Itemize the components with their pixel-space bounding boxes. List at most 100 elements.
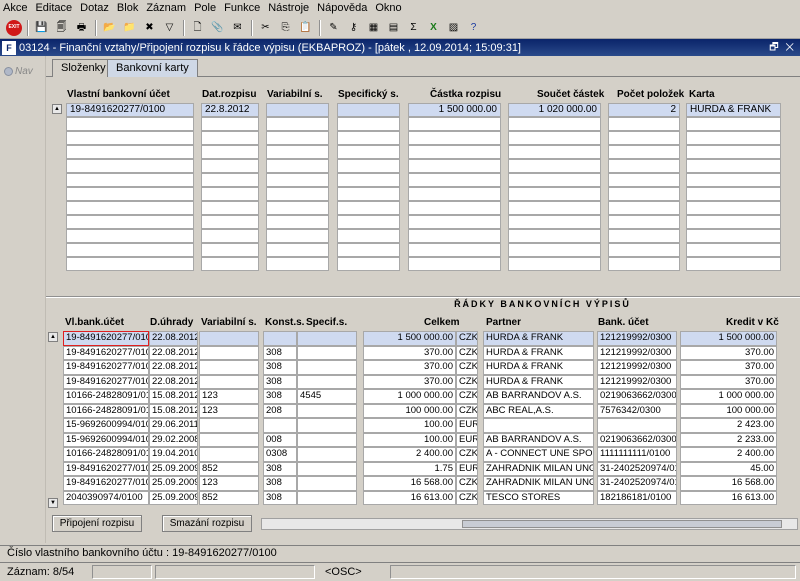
menu-item-4[interactable]: Záznam bbox=[146, 0, 186, 17]
table-cell[interactable]: 852 bbox=[199, 461, 259, 476]
table-cell[interactable]: 1.75 bbox=[363, 461, 456, 476]
key-icon[interactable]: ⚷ bbox=[345, 19, 362, 36]
upper-cell[interactable] bbox=[66, 131, 194, 145]
table-cell[interactable] bbox=[199, 374, 259, 389]
upper-cell[interactable] bbox=[201, 159, 259, 173]
scroll-down-icon[interactable]: ▼ bbox=[48, 498, 58, 508]
chart-icon[interactable]: ▨ bbox=[445, 19, 462, 36]
save-exit-icon[interactable]: 🗐 bbox=[53, 19, 70, 36]
table-cell[interactable]: 19-8491620277/0100 bbox=[63, 374, 149, 389]
table-cell[interactable]: 19-8491620277/0100 bbox=[63, 345, 149, 360]
table-cell[interactable]: 19-8491620277/0100 bbox=[63, 476, 149, 491]
horizontal-scrollbar[interactable] bbox=[261, 518, 798, 530]
menu-item-7[interactable]: Nástroje bbox=[268, 0, 309, 17]
upper-cell[interactable] bbox=[66, 187, 194, 201]
table-cell[interactable] bbox=[297, 345, 357, 360]
calc-icon[interactable]: ▦ bbox=[365, 19, 382, 36]
tab-slozenky[interactable]: Složenky bbox=[52, 59, 115, 77]
upper-cell[interactable]: 19-8491620277/0100 bbox=[66, 103, 194, 117]
upper-cell[interactable] bbox=[266, 201, 329, 215]
upper-cell[interactable] bbox=[686, 187, 781, 201]
copy-icon[interactable]: ⎘ bbox=[277, 19, 294, 36]
upper-cell[interactable] bbox=[686, 215, 781, 229]
table-cell[interactable]: 15-9692600994/0100 bbox=[63, 432, 149, 447]
upper-cell[interactable] bbox=[408, 159, 501, 173]
upper-cell[interactable] bbox=[508, 257, 601, 271]
table-cell[interactable]: 29.06.2011 bbox=[149, 418, 198, 433]
table-cell[interactable]: 370.00 bbox=[363, 345, 456, 360]
table-cell[interactable]: AB BARRANDOV A.S. bbox=[483, 432, 594, 447]
upper-cell[interactable] bbox=[201, 215, 259, 229]
table-cell[interactable]: 308 bbox=[263, 476, 297, 491]
upper-cell[interactable] bbox=[608, 215, 680, 229]
upper-cell[interactable] bbox=[408, 215, 501, 229]
table-cell[interactable] bbox=[297, 476, 357, 491]
selected-cell[interactable]: 19-8491620277/0100 bbox=[63, 331, 149, 346]
upper-cell[interactable] bbox=[686, 257, 781, 271]
filter-icon[interactable]: ▽ bbox=[161, 19, 178, 36]
menu-item-5[interactable]: Pole bbox=[194, 0, 216, 17]
upper-cell[interactable] bbox=[337, 173, 400, 187]
menu-item-8[interactable]: Nápověda bbox=[317, 0, 367, 17]
table-cell[interactable]: 100.00 bbox=[363, 432, 456, 447]
menu-item-2[interactable]: Dotaz bbox=[80, 0, 109, 17]
table-cell[interactable]: 121219992/0300 bbox=[597, 360, 677, 375]
table-cell[interactable]: 0219063662/0300 bbox=[597, 432, 677, 447]
exit-button[interactable]: EXIT bbox=[6, 19, 22, 36]
table-cell[interactable]: 15-9692600994/0100 bbox=[63, 418, 149, 433]
table-cell[interactable]: 308 bbox=[263, 461, 297, 476]
upper-cell[interactable] bbox=[66, 229, 194, 243]
menu-item-1[interactable]: Editace bbox=[35, 0, 72, 17]
upper-cell[interactable] bbox=[408, 131, 501, 145]
table-cell[interactable]: 370.00 bbox=[680, 345, 777, 360]
cut-icon[interactable]: ✂ bbox=[257, 19, 274, 36]
table-cell[interactable]: 1 000 000.00 bbox=[363, 389, 456, 404]
table-cell[interactable]: A - CONNECT UNE SPOL. S R. bbox=[483, 447, 594, 462]
table-cell[interactable]: EUR bbox=[456, 461, 478, 476]
table-cell[interactable]: CZK bbox=[456, 476, 478, 491]
upper-cell[interactable] bbox=[266, 243, 329, 257]
upper-cell[interactable] bbox=[608, 201, 680, 215]
upper-cell[interactable] bbox=[201, 117, 259, 131]
scroll-up-icon[interactable]: ▲ bbox=[48, 332, 58, 342]
upper-cell[interactable] bbox=[337, 229, 400, 243]
table-cell[interactable]: CZK bbox=[456, 447, 478, 462]
upper-cell[interactable] bbox=[266, 229, 329, 243]
query-exec-icon[interactable]: 📁 bbox=[121, 19, 138, 36]
table-cell[interactable]: ABC REAL,A.S. bbox=[483, 403, 594, 418]
table-cell[interactable]: 308 bbox=[263, 345, 297, 360]
table-cell[interactable]: 2040390974/0100 bbox=[63, 490, 149, 505]
upper-cell[interactable] bbox=[201, 145, 259, 159]
table-cell[interactable]: 22.08.2012 bbox=[149, 331, 198, 346]
upper-record-scroller[interactable]: ▲ bbox=[52, 104, 62, 284]
upper-cell[interactable] bbox=[266, 131, 329, 145]
table-cell[interactable]: CZK bbox=[456, 374, 478, 389]
upper-cell[interactable] bbox=[508, 117, 601, 131]
table-cell[interactable]: 1 000 000.00 bbox=[680, 389, 777, 404]
upper-cell[interactable] bbox=[201, 131, 259, 145]
tab-bankovni-karty[interactable]: Bankovní karty bbox=[107, 59, 198, 77]
table-cell[interactable]: 2 233.00 bbox=[680, 432, 777, 447]
table-cell[interactable] bbox=[263, 418, 297, 433]
table-cell[interactable]: AB BARRANDOV A.S. bbox=[483, 389, 594, 404]
table-cell[interactable]: 15.08.2012 bbox=[149, 389, 198, 404]
table-cell[interactable]: 19-8491620277/0100 bbox=[63, 461, 149, 476]
table-cell[interactable] bbox=[199, 360, 259, 375]
table-cell[interactable]: 29.02.2008 bbox=[149, 432, 198, 447]
table-cell[interactable]: 31-2402520974/0100 bbox=[597, 476, 677, 491]
sum-icon[interactable]: Σ bbox=[405, 19, 422, 36]
menu-item-9[interactable]: Okno bbox=[375, 0, 401, 17]
table-cell[interactable]: 2 400.00 bbox=[680, 447, 777, 462]
table-cell[interactable]: 1 500 000.00 bbox=[363, 331, 456, 346]
table-cell[interactable]: CZK bbox=[456, 389, 478, 404]
paste-icon[interactable]: 📋 bbox=[297, 19, 314, 36]
edit-icon[interactable]: ✎ bbox=[325, 19, 342, 36]
table-cell[interactable]: 7576342/0300 bbox=[597, 403, 677, 418]
upper-cell[interactable] bbox=[608, 117, 680, 131]
table-cell[interactable]: CZK bbox=[456, 403, 478, 418]
email-icon[interactable]: ✉ bbox=[229, 19, 246, 36]
table-cell[interactable]: 308 bbox=[263, 374, 297, 389]
upper-cell[interactable] bbox=[266, 187, 329, 201]
table-cell[interactable]: 123 bbox=[199, 476, 259, 491]
table-cell[interactable]: 16 568.00 bbox=[680, 476, 777, 491]
